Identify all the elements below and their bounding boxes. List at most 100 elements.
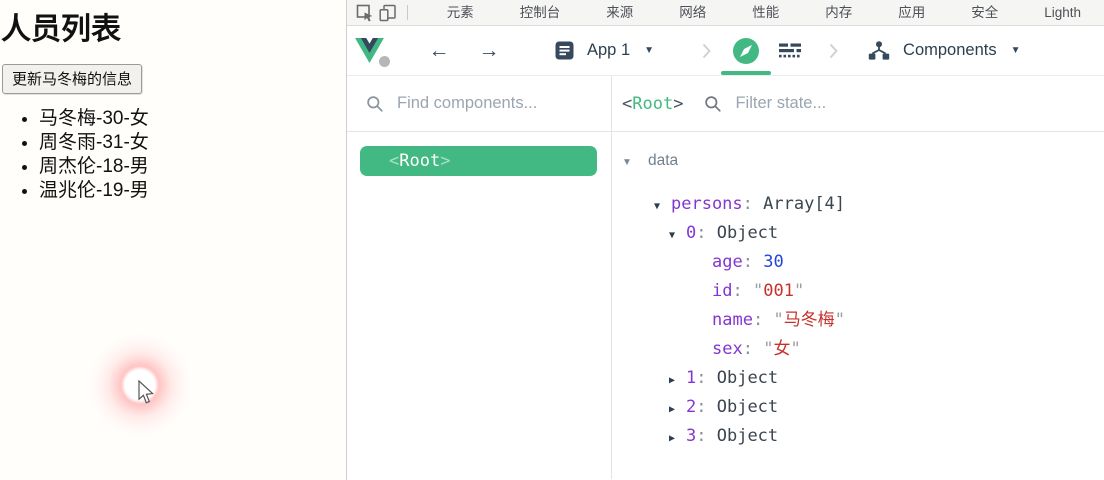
separator: : bbox=[743, 194, 763, 214]
state-key: 1 bbox=[686, 368, 696, 388]
state-value: Object bbox=[717, 368, 778, 388]
bracket: < bbox=[389, 151, 399, 171]
devtools-panel: 元素控制台来源网络性能内存应用安全Lighth ← → App 1 ▼ bbox=[346, 0, 1104, 480]
breadcrumb-root[interactable]: <Root> bbox=[622, 94, 683, 114]
app-selector[interactable]: App 1 ▼ bbox=[555, 41, 654, 60]
devtools-tab-0[interactable]: 元素 bbox=[424, 0, 497, 25]
data-section-label: data bbox=[648, 152, 678, 169]
inspector-content: <Root> ▼data ▼persons: Array[4]▼0: Objec… bbox=[347, 132, 1104, 479]
state-row-id[interactable]: id: "001" bbox=[612, 277, 1104, 306]
find-components-input[interactable] bbox=[395, 93, 611, 114]
vue-logo bbox=[355, 38, 385, 64]
expander-expand-icon[interactable]: ▶ bbox=[669, 366, 683, 395]
state-filter-bar: <Root> bbox=[612, 76, 1104, 131]
inspector-selector-label: Components bbox=[903, 41, 997, 60]
state-key: age bbox=[712, 252, 743, 272]
separator: : bbox=[753, 310, 773, 330]
devtools-tab-7[interactable]: 安全 bbox=[948, 0, 1021, 25]
state-key: persons bbox=[671, 194, 743, 214]
expander-expand-icon[interactable]: ▶ bbox=[669, 395, 683, 424]
expander-expand-icon[interactable]: ▶ bbox=[669, 424, 683, 453]
device-toolbar-icon[interactable] bbox=[376, 1, 398, 25]
chevron-down-icon: ▼ bbox=[622, 148, 638, 177]
back-arrow-button[interactable]: ← bbox=[427, 39, 451, 63]
separator: : bbox=[732, 281, 752, 301]
state-tree: ▼persons: Array[4]▼0: Objectage: 30id: "… bbox=[612, 190, 1104, 451]
expander-collapse-icon[interactable]: ▼ bbox=[654, 192, 668, 221]
timeline-icon bbox=[779, 43, 801, 59]
state-key: 0 bbox=[686, 223, 696, 243]
app-selector-label: App 1 bbox=[587, 41, 630, 60]
state-value: Object bbox=[717, 426, 778, 446]
vue-status-badge bbox=[379, 56, 390, 67]
state-value: 001 bbox=[763, 281, 794, 301]
update-person-button[interactable]: 更新马冬梅的信息 bbox=[2, 64, 142, 94]
app-document-icon bbox=[555, 41, 574, 60]
state-value: Object bbox=[717, 397, 778, 417]
page-title: 人员列表 bbox=[1, 12, 346, 48]
component-root-label: Root bbox=[399, 151, 440, 171]
person-list-item: 马冬梅-30-女 bbox=[39, 107, 346, 131]
chevron-down-icon: ▼ bbox=[1011, 45, 1021, 56]
state-row-0[interactable]: ▼0: Object bbox=[612, 219, 1104, 248]
separator: : bbox=[743, 339, 763, 359]
data-section-header[interactable]: ▼ data bbox=[612, 146, 1104, 175]
forward-arrow-button[interactable]: → bbox=[477, 39, 501, 63]
state-row-name[interactable]: name: "马冬梅" bbox=[612, 306, 1104, 335]
bracket: > bbox=[673, 94, 683, 114]
state-row-persons[interactable]: ▼persons: Array[4] bbox=[612, 190, 1104, 219]
timeline-tab[interactable] bbox=[779, 26, 801, 75]
component-root-node[interactable]: <Root> bbox=[360, 146, 597, 176]
search-icon bbox=[366, 95, 384, 113]
state-row-1[interactable]: ▶1: Object bbox=[612, 364, 1104, 393]
state-key: id bbox=[712, 281, 732, 301]
components-hierarchy-icon bbox=[868, 41, 890, 60]
state-row-2[interactable]: ▶2: Object bbox=[612, 393, 1104, 422]
inspect-element-icon[interactable] bbox=[354, 1, 376, 25]
breadcrumb-root-label: Root bbox=[632, 94, 673, 114]
devtools-tab-1[interactable]: 控制台 bbox=[497, 0, 584, 25]
person-list-item: 温兆伦-19-男 bbox=[39, 179, 346, 203]
separator: : bbox=[696, 368, 716, 388]
bracket: > bbox=[440, 151, 450, 171]
quote: " bbox=[753, 281, 763, 301]
quote: " bbox=[794, 281, 804, 301]
quote: " bbox=[835, 310, 845, 330]
devtools-tab-2[interactable]: 来源 bbox=[583, 0, 656, 25]
state-value: 30 bbox=[763, 252, 783, 272]
state-value: Array[4] bbox=[763, 194, 845, 214]
person-list: 马冬梅-30-女周冬雨-31-女周杰伦-18-男温兆伦-19-男 bbox=[0, 107, 346, 203]
components-search bbox=[347, 76, 612, 131]
state-key: sex bbox=[712, 339, 743, 359]
expander-collapse-icon[interactable]: ▼ bbox=[669, 221, 683, 250]
inspector-tab[interactable] bbox=[733, 26, 759, 75]
search-row: <Root> bbox=[347, 76, 1104, 132]
filter-state-input[interactable] bbox=[733, 93, 1104, 114]
state-value: 马冬梅 bbox=[784, 310, 835, 330]
devtools-tab-5[interactable]: 内存 bbox=[802, 0, 875, 25]
state-row-age[interactable]: age: 30 bbox=[612, 248, 1104, 277]
devtools-tab-bar: 元素控制台来源网络性能内存应用安全Lighth bbox=[347, 0, 1104, 26]
devtools-tab-6[interactable]: 应用 bbox=[875, 0, 948, 25]
breadcrumb-chevron-icon bbox=[702, 43, 711, 59]
state-row-3[interactable]: ▶3: Object bbox=[612, 422, 1104, 451]
state-key: 3 bbox=[686, 426, 696, 446]
state-row-sex[interactable]: sex: "女" bbox=[612, 335, 1104, 364]
search-icon bbox=[704, 95, 722, 113]
bracket: < bbox=[622, 94, 632, 114]
devtools-tab-8[interactable]: Lighth bbox=[1021, 0, 1104, 25]
state-pane: ▼data ▼persons: Array[4]▼0: Objectage: 3… bbox=[612, 132, 1104, 479]
app-page: 人员列表 更新马冬梅的信息 马冬梅-30-女周冬雨-31-女周杰伦-18-男温兆… bbox=[0, 0, 346, 480]
state-key: 2 bbox=[686, 397, 696, 417]
devtools-tab-4[interactable]: 性能 bbox=[729, 0, 802, 25]
devtools-tabs: 元素控制台来源网络性能内存应用安全Lighth bbox=[424, 0, 1104, 25]
person-list-item: 周冬雨-31-女 bbox=[39, 131, 346, 155]
compass-icon bbox=[733, 38, 759, 64]
separator: : bbox=[696, 426, 716, 446]
separator: : bbox=[743, 252, 763, 272]
inspector-selector[interactable]: Components ▼ bbox=[868, 41, 1020, 60]
separator: : bbox=[696, 223, 716, 243]
state-key: name bbox=[712, 310, 753, 330]
chevron-down-icon: ▼ bbox=[644, 45, 654, 56]
devtools-tab-3[interactable]: 网络 bbox=[656, 0, 729, 25]
